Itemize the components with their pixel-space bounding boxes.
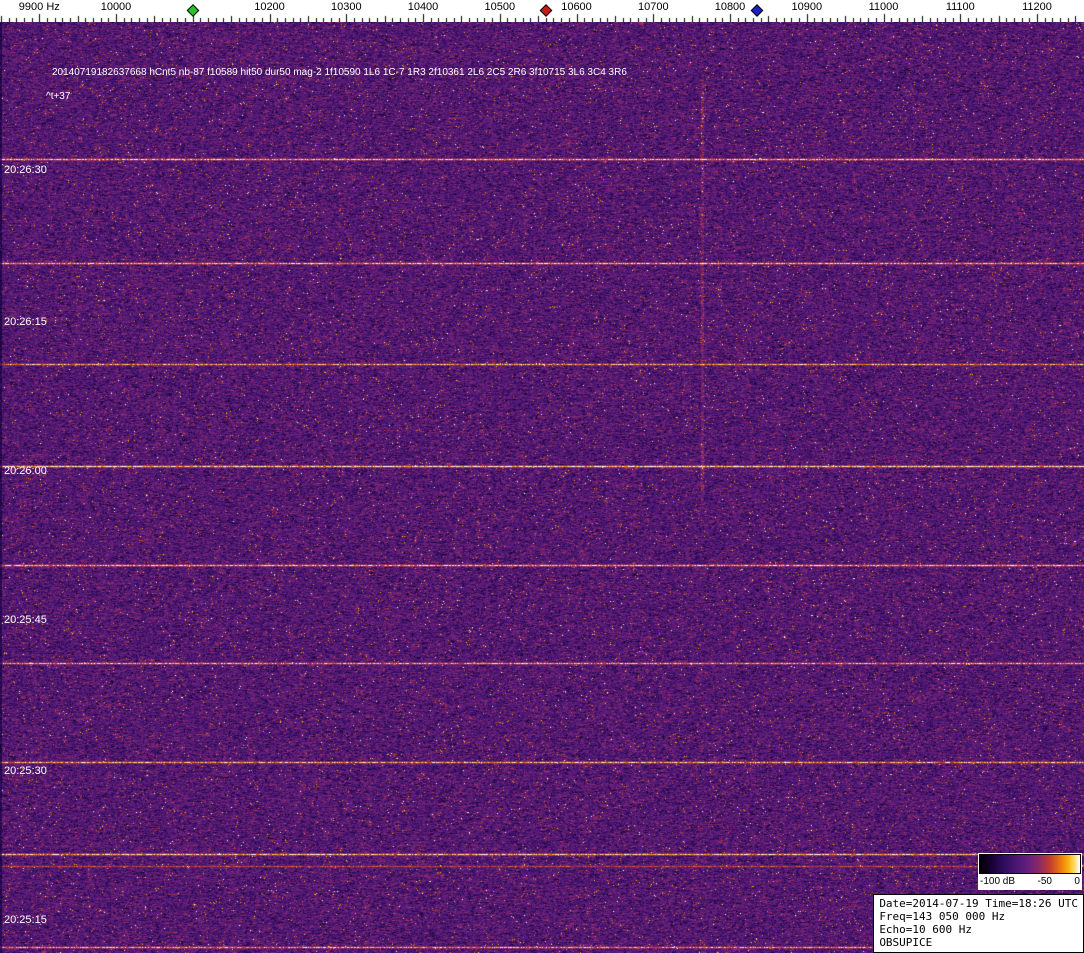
time-tick-label: 20:25:30 <box>4 765 47 777</box>
freq-tick-label: 11100 <box>946 1 975 13</box>
freq-tick-label: 9900 Hz <box>19 1 60 13</box>
colormap-gradient-bar <box>979 854 1081 874</box>
db-scale-legend: -100 dB -50 0 <box>978 853 1082 890</box>
detection-annotation: 20140719182637668 hCnt5 nb-87 f10589 hit… <box>52 67 627 78</box>
legend-labels: -100 dB -50 0 <box>979 874 1081 889</box>
legend-label-min: -100 dB <box>980 876 1015 887</box>
spectrogram-area[interactable]: 20140719182637668 hCnt5 nb-87 f10589 hit… <box>0 22 1084 953</box>
freq-tick-label: 10400 <box>408 1 439 13</box>
time-tick-label: 20:26:00 <box>4 465 47 477</box>
freq-tick-label: 10900 <box>792 1 823 13</box>
frequency-ruler[interactable]: 9900 Hz 10000 10200 10300 10400 10500 10600 107… <box>0 0 1084 22</box>
info-line-station: OBSUPICE <box>879 936 1078 949</box>
spectrogram-window: 9900 Hz 10000 10200 10300 10400 10500 10600 107… <box>0 0 1084 953</box>
legend-label-mid: -50 <box>1038 876 1052 887</box>
time-tick-label: 20:25:15 <box>4 914 47 926</box>
freq-tick-label: 11000 <box>869 1 899 13</box>
freq-tick-label: 10200 <box>254 1 285 13</box>
time-offset-annotation: ^t+37 <box>46 91 70 102</box>
legend-label-max: 0 <box>1074 876 1080 887</box>
freq-tick-label: 10500 <box>485 1 516 13</box>
info-line-echo: Echo=10 600 Hz <box>879 923 1078 936</box>
spectrogram-canvas[interactable] <box>0 22 1084 953</box>
observation-info-box: Date=2014-07-19 Time=18:26 UTC Freq=143 … <box>873 894 1084 953</box>
freq-tick-label: 10300 <box>331 1 362 13</box>
freq-tick-label: 10000 <box>101 1 132 13</box>
time-tick-label: 20:25:45 <box>4 614 47 626</box>
info-line-datetime: Date=2014-07-19 Time=18:26 UTC <box>879 897 1078 910</box>
time-tick-label: 20:26:15 <box>4 316 47 328</box>
freq-tick-label: 11200 <box>1022 1 1052 13</box>
info-line-frequency: Freq=143 050 000 Hz <box>879 910 1078 923</box>
time-tick-label: 20:26:30 <box>4 164 47 176</box>
freq-tick-label: 10600 <box>561 1 592 13</box>
freq-tick-label: 10800 <box>715 1 746 13</box>
freq-tick-label: 10700 <box>638 1 669 13</box>
